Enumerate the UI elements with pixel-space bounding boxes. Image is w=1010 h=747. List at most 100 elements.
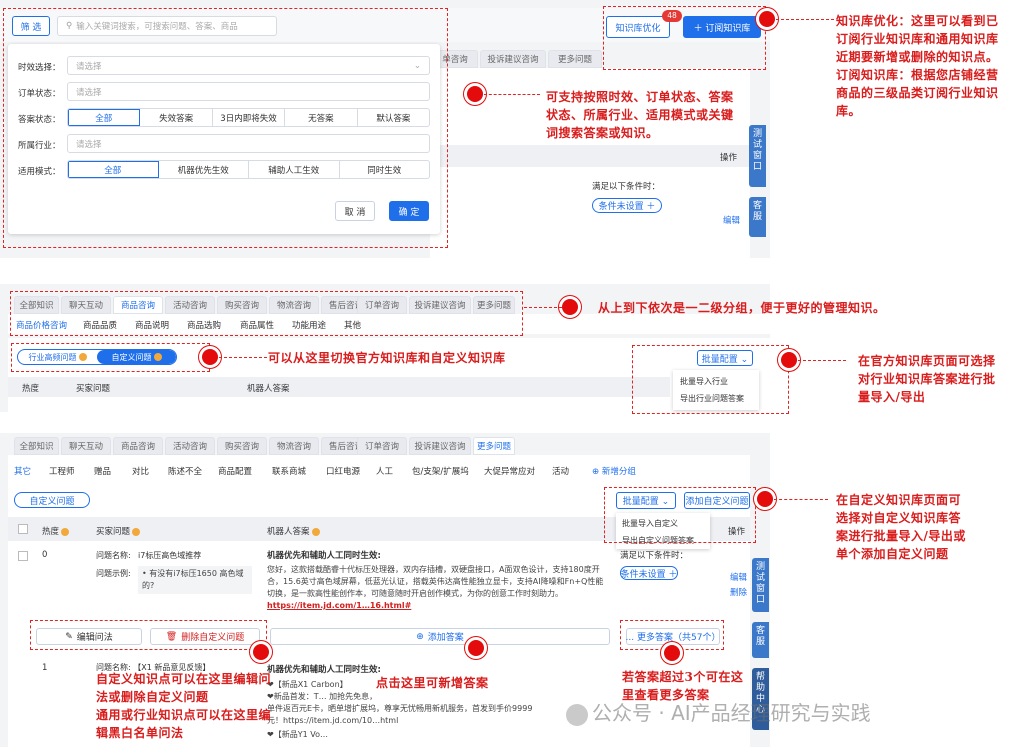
- subtab-p3-11[interactable]: 活动: [552, 465, 569, 477]
- subtab-p3-9[interactable]: 包/支架/扩展坞: [412, 465, 469, 477]
- row1-answer-body: 您好，这款搭载酷睿十代标压处理器，双内存插槽，双硬盘接口，A面双色设计，支持18…: [267, 565, 604, 598]
- row1-delete-link[interactable]: 删除: [730, 586, 747, 598]
- help-icon: [311, 527, 320, 536]
- tab-p2-1[interactable]: 聊天互动: [61, 296, 111, 314]
- mode-opt-2[interactable]: 辅助人工生效: [249, 161, 340, 178]
- order-select[interactable]: 请选择: [67, 82, 430, 101]
- subtab-p3-5[interactable]: 商品配置: [218, 465, 252, 477]
- connector-3: [524, 307, 562, 308]
- edit-question-button[interactable]: ✎ 编辑问法: [36, 628, 142, 645]
- tab-p2-4[interactable]: 购买咨询: [217, 296, 267, 314]
- menu-export-custom[interactable]: 导出自定义问题答案: [622, 535, 694, 546]
- tab-p3-1[interactable]: 聊天互动: [61, 437, 111, 455]
- note-filter: 可支持按照时效、订单状态、答案状态、所属行业、适用模式或关键词搜索答案或知识。: [546, 90, 734, 140]
- answer-opt-0[interactable]: 全部: [68, 109, 141, 126]
- row1-cond-button[interactable]: 条件未设置 ＋: [620, 566, 678, 580]
- mode-opt-3[interactable]: 同时生效: [340, 161, 430, 178]
- label-order: 订单状态：: [18, 89, 61, 99]
- kb-toggle[interactable]: 行业高频问题 自定义问题: [17, 349, 177, 365]
- tab-p3-3[interactable]: 活动咨询: [165, 437, 215, 455]
- tab-p2-5[interactable]: 物流咨询: [269, 296, 319, 314]
- tab-p3-9[interactable]: 更多问题: [473, 437, 515, 455]
- custom-question-chip[interactable]: 自定义问题: [14, 492, 90, 508]
- delete-question-button[interactable]: 🗑 删除自定义问题: [150, 628, 260, 645]
- menu-import-industry[interactable]: 批量导入行业: [680, 376, 728, 387]
- tab-p3-7[interactable]: 订单咨询: [357, 437, 407, 455]
- subtab-p3-3[interactable]: 对比: [132, 465, 149, 477]
- toggle-custom[interactable]: 自定义问题: [97, 350, 176, 364]
- subtab-p3-6[interactable]: 联系商城: [272, 465, 306, 477]
- mode-opt-0[interactable]: 全部: [68, 161, 159, 178]
- add-custom-question-button[interactable]: 添加自定义问题: [684, 492, 750, 509]
- subtab-p3-7[interactable]: 口红电源: [326, 465, 360, 477]
- tab-p2-3[interactable]: 活动咨询: [165, 296, 215, 314]
- side-service[interactable]: 客服: [749, 197, 766, 237]
- op-header: 操作: [720, 153, 738, 163]
- answer-opt-2[interactable]: 3日内即将失效: [213, 109, 286, 126]
- row1-qexample: • 有没有i7标压1650 高色域的?: [138, 566, 252, 594]
- more-answers-button[interactable]: ... 更多答案（共57个）: [626, 628, 720, 645]
- subtab-p2-4[interactable]: 商品属性: [240, 319, 274, 331]
- row1-edit-link[interactable]: 编辑: [730, 571, 747, 583]
- tab-p3-5[interactable]: 物流咨询: [269, 437, 319, 455]
- tab-p1-2[interactable]: 更多问题: [548, 50, 602, 68]
- side-test-window[interactable]: 测试窗口: [749, 125, 766, 187]
- p2-col-a: 机器人答案: [247, 384, 290, 394]
- answer-opt-4[interactable]: 默认答案: [358, 109, 429, 126]
- filter-button[interactable]: 筛 选: [12, 16, 50, 36]
- subscribe-button[interactable]: ＋ 订阅知识库: [683, 16, 761, 38]
- tab-p3-2[interactable]: 商品咨询: [113, 437, 163, 455]
- subtab-p2-0[interactable]: 商品价格咨询: [16, 319, 67, 331]
- subtab-p3-0[interactable]: 其它: [14, 465, 31, 477]
- mode-opt-1[interactable]: 机器优先生效: [159, 161, 249, 178]
- time-select[interactable]: 请选择 ⌄: [67, 56, 430, 75]
- menu-import-custom[interactable]: 批量导入自定义: [622, 518, 678, 529]
- subtab-p3-1[interactable]: 工程师: [49, 465, 75, 477]
- knowledge-optimize-button[interactable]: 知识库优化: [606, 16, 670, 38]
- tab-p1-1[interactable]: 投诉建议咨询: [480, 50, 546, 68]
- tab-p2-0[interactable]: 全部知识: [14, 296, 59, 314]
- tab-p2-7[interactable]: 订单咨询: [357, 296, 407, 314]
- cond-button[interactable]: 条件未设置 ＋: [592, 198, 662, 213]
- menu-export-industry[interactable]: 导出行业问题答案: [680, 393, 744, 404]
- p3-batch-config-button[interactable]: 批量配置 ⌄: [616, 492, 676, 509]
- edit-link[interactable]: 编辑: [723, 214, 740, 226]
- row2-line3: 单件返百元E卡，晒单增扩展坞，尊享无忧畅用新机服务，首发到手价9999: [267, 704, 533, 713]
- tab-p2-8[interactable]: 投诉建议咨询: [409, 296, 471, 314]
- batch-config-button[interactable]: 批量配置 ⌄: [697, 350, 753, 366]
- subtab-p2-5[interactable]: 功能用途: [292, 319, 326, 331]
- connector-4: [219, 357, 267, 358]
- confirm-button[interactable]: 确 定: [389, 201, 429, 221]
- tab-p3-8[interactable]: 投诉建议咨询: [409, 437, 471, 455]
- search-input[interactable]: ⚲ 输入关键词搜索，可搜索问题、答案、商品: [57, 16, 277, 36]
- p3-side-test-window[interactable]: 测试窗口: [752, 558, 769, 612]
- header-checkbox[interactable]: [18, 524, 28, 534]
- subtab-p2-3[interactable]: 商品选购: [187, 319, 221, 331]
- subtab-p2-1[interactable]: 商品品质: [83, 319, 117, 331]
- subtab-p2-6[interactable]: 其他: [344, 319, 361, 331]
- marker-1: [759, 11, 775, 27]
- marker-9: [664, 645, 680, 661]
- subtab-p3-4[interactable]: 陈述不全: [168, 465, 202, 477]
- subtab-p2-2[interactable]: 商品说明: [135, 319, 169, 331]
- tab-p2-9[interactable]: 更多问题: [473, 296, 515, 314]
- p3-side-service[interactable]: 客服: [752, 622, 769, 658]
- tab-p3-4[interactable]: 购买咨询: [217, 437, 267, 455]
- answer-status-segment[interactable]: 全部 失效答案 3日内即将失效 无答案 默认答案: [67, 108, 430, 127]
- subtab-p3-2[interactable]: 赠品: [94, 465, 111, 477]
- row1-answer-link[interactable]: https://item.jd.com/1…16.html#: [267, 600, 607, 612]
- search-icon: ⚲: [66, 21, 73, 31]
- toggle-official[interactable]: 行业高频问题: [18, 350, 97, 364]
- answer-opt-3[interactable]: 无答案: [285, 109, 358, 126]
- tab-p2-2[interactable]: 商品咨询: [113, 296, 163, 314]
- subtab-p3-10[interactable]: 大促异常应对: [484, 465, 535, 477]
- add-answer-button[interactable]: ⊕ 添加答案: [270, 628, 610, 645]
- cancel-button[interactable]: 取 消: [335, 201, 375, 221]
- mode-segment[interactable]: 全部 机器优先生效 辅助人工生效 同时生效: [67, 160, 430, 179]
- row1-checkbox[interactable]: [18, 551, 28, 561]
- industry-select[interactable]: 请选择: [67, 134, 430, 153]
- subtab-p3-8[interactable]: 人工: [376, 465, 393, 477]
- new-group-link[interactable]: ⊕ 新增分组: [592, 465, 636, 477]
- tab-p3-0[interactable]: 全部知识: [14, 437, 59, 455]
- answer-opt-1[interactable]: 失效答案: [140, 109, 213, 126]
